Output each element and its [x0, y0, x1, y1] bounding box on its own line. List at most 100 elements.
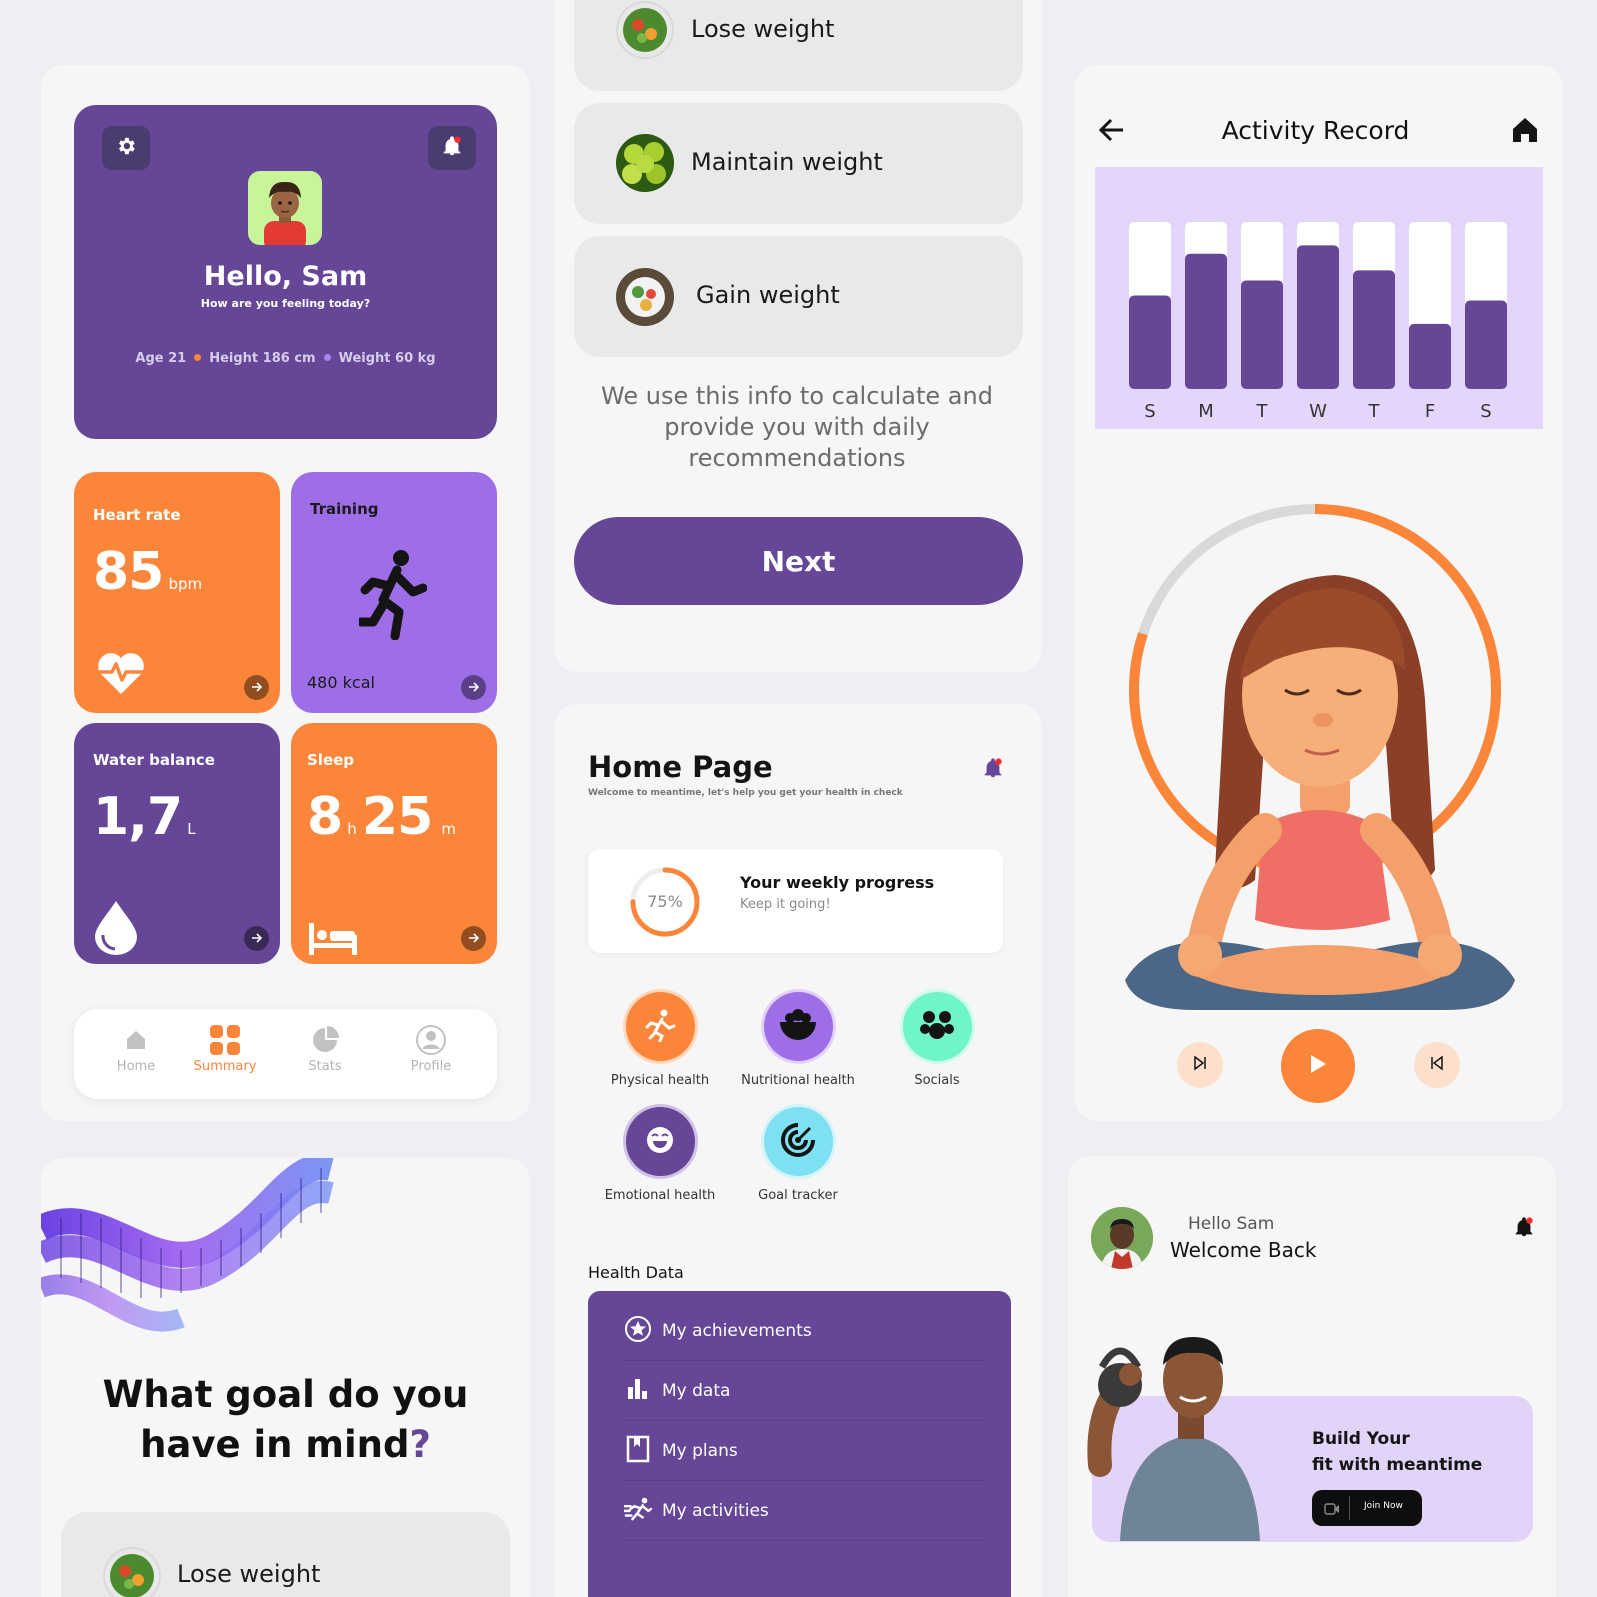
goal-screen-preview: What goal do you have in mind? Lose weig… — [41, 1158, 530, 1597]
arrow-right-icon — [468, 678, 480, 697]
activity-chart: SMTWTFS — [1095, 167, 1543, 429]
training-open-button[interactable] — [461, 675, 486, 700]
goal-option-gain-weight-label: Gain weight — [696, 281, 840, 309]
category-physical-health[interactable]: Physical health — [585, 992, 735, 1088]
smile-icon — [645, 1125, 675, 1159]
people-icon — [919, 1009, 955, 1045]
water-drop-icon — [93, 899, 139, 959]
sleep-title: Sleep — [307, 751, 355, 769]
weight-value: Weight 60 kg — [338, 351, 436, 366]
water-balance-tile[interactable]: Water balance 1,7 L — [74, 723, 280, 964]
meditating-woman-illustration — [1125, 575, 1515, 1010]
goal-option-lose-weight[interactable]: Lose weight — [574, 0, 1023, 91]
weekly-progress-card[interactable]: 75% Your weekly progress Keep it going! — [588, 849, 1003, 953]
goal-option-maintain-weight[interactable]: Maintain weight — [574, 103, 1023, 224]
x-tick-label: F — [1425, 401, 1435, 422]
heart-rate-open-button[interactable] — [244, 675, 269, 700]
category-goal-tracker[interactable]: Goal tracker — [723, 1107, 873, 1203]
activity-bar-chart-svg: SMTWTFS — [1129, 222, 1507, 422]
bar-4 — [1353, 270, 1395, 389]
grid-icon — [209, 1024, 241, 1060]
health-item-plans[interactable]: My plans — [624, 1421, 984, 1481]
category-icon-wrap — [763, 1107, 833, 1176]
separator-dot — [194, 354, 202, 361]
bar-5 — [1409, 323, 1451, 389]
nav-profile-label: Profile — [410, 1059, 452, 1074]
goal-option-lose-weight[interactable]: Lose weight — [61, 1512, 510, 1597]
food-bowl-icon — [616, 268, 674, 326]
apples-icon — [616, 134, 674, 192]
sleep-tile[interactable]: Sleep 8 h 25 m — [291, 723, 497, 964]
goal-question-line2: have in mind — [140, 1423, 410, 1466]
bell-icon[interactable] — [982, 756, 1004, 784]
goal-question-line1: What goal do you — [102, 1373, 469, 1416]
health-item-data[interactable]: My data — [624, 1361, 984, 1421]
profile-subtitle: How are you feeling today? — [200, 297, 371, 310]
join-now-label: Join Now — [1364, 1501, 1403, 1511]
health-item-label: My achievements — [662, 1321, 812, 1341]
notifications-button[interactable] — [428, 126, 476, 170]
home-icon[interactable] — [1511, 116, 1539, 148]
avatar — [248, 171, 322, 245]
avatar[interactable] — [1091, 1207, 1153, 1269]
category-icon-wrap — [625, 992, 695, 1061]
settings-button[interactable] — [102, 126, 150, 170]
goal-option-lose-weight-label: Lose weight — [691, 15, 835, 43]
water-open-button[interactable] — [244, 926, 269, 951]
page-subtitle: Welcome to meantime, let's help you get … — [588, 788, 903, 798]
health-data-list: My achievements My data My plans My acti… — [588, 1291, 1011, 1597]
pie-chart-icon — [311, 1026, 339, 1058]
heart-rate-tile[interactable]: Heart rate 85 bpm — [74, 472, 280, 713]
running-icon — [643, 1008, 677, 1046]
goal-info-text: We use this info to calculate and provid… — [601, 382, 993, 472]
join-now-button[interactable]: Join Now — [1312, 1490, 1422, 1526]
target-icon — [780, 1122, 816, 1162]
health-data-title: Health Data — [588, 1263, 684, 1282]
abstract-ribbon-graphic — [41, 1158, 334, 1332]
promo-text: Build Your fit with meantime — [1312, 1426, 1482, 1478]
x-tick-label: W — [1309, 401, 1327, 422]
skip-back-button[interactable] — [1414, 1042, 1460, 1088]
bar-6 — [1465, 300, 1507, 389]
category-socials[interactable]: Socials — [862, 992, 1012, 1088]
separator-dot — [323, 354, 331, 361]
x-tick-label: T — [1368, 401, 1381, 422]
health-item-activities[interactable]: My activities — [624, 1481, 984, 1541]
bottom-navigation: Home Summary Stats Profile — [74, 1009, 497, 1099]
next-button[interactable]: Next — [574, 517, 1023, 605]
nav-stats[interactable]: Stats — [285, 1025, 365, 1074]
health-item-achievements[interactable]: My achievements — [624, 1301, 984, 1361]
category-label: Goal tracker — [758, 1188, 838, 1203]
category-emotional-health[interactable]: Emotional health — [585, 1107, 735, 1203]
heart-rate-value-group: 85 bpm — [93, 542, 202, 602]
x-tick-label: T — [1256, 401, 1269, 422]
play-button[interactable] — [1281, 1029, 1355, 1103]
health-item-label: My data — [662, 1381, 731, 1401]
sleep-hours-unit: h — [347, 820, 357, 838]
nav-profile[interactable]: Profile — [391, 1025, 471, 1074]
salad-bowl-icon — [103, 1547, 161, 1597]
bookmark-icon — [624, 1435, 652, 1463]
welcome-hello: Hello Sam — [1188, 1214, 1275, 1234]
sleep-open-button[interactable] — [461, 926, 486, 951]
nav-home[interactable]: Home — [96, 1025, 176, 1074]
category-icon-wrap — [625, 1107, 695, 1176]
heart-pulse-icon — [96, 650, 146, 700]
nav-summary[interactable]: Summary — [185, 1025, 265, 1074]
fitness-man-illustration — [1087, 1337, 1260, 1541]
arrow-right-icon — [251, 929, 263, 948]
sleep-minutes: 25 — [361, 787, 433, 847]
user-icon — [415, 1024, 447, 1060]
goal-question-line2-group: have in mind? — [41, 1420, 530, 1470]
welcome-title: Welcome Back — [1170, 1238, 1317, 1262]
sleep-minutes-unit: m — [441, 820, 456, 838]
training-tile[interactable]: Training 480 kcal — [291, 472, 497, 713]
progress-title: Your weekly progress — [740, 873, 935, 892]
category-label: Nutritional health — [741, 1073, 855, 1088]
skip-forward-button[interactable] — [1177, 1042, 1223, 1088]
water-value-group: 1,7 L — [93, 787, 196, 847]
bell-icon[interactable] — [1513, 1215, 1535, 1243]
nav-summary-label: Summary — [193, 1059, 257, 1074]
category-nutritional-health[interactable]: Nutritional health — [723, 992, 873, 1088]
goal-option-gain-weight[interactable]: Gain weight — [574, 236, 1023, 357]
